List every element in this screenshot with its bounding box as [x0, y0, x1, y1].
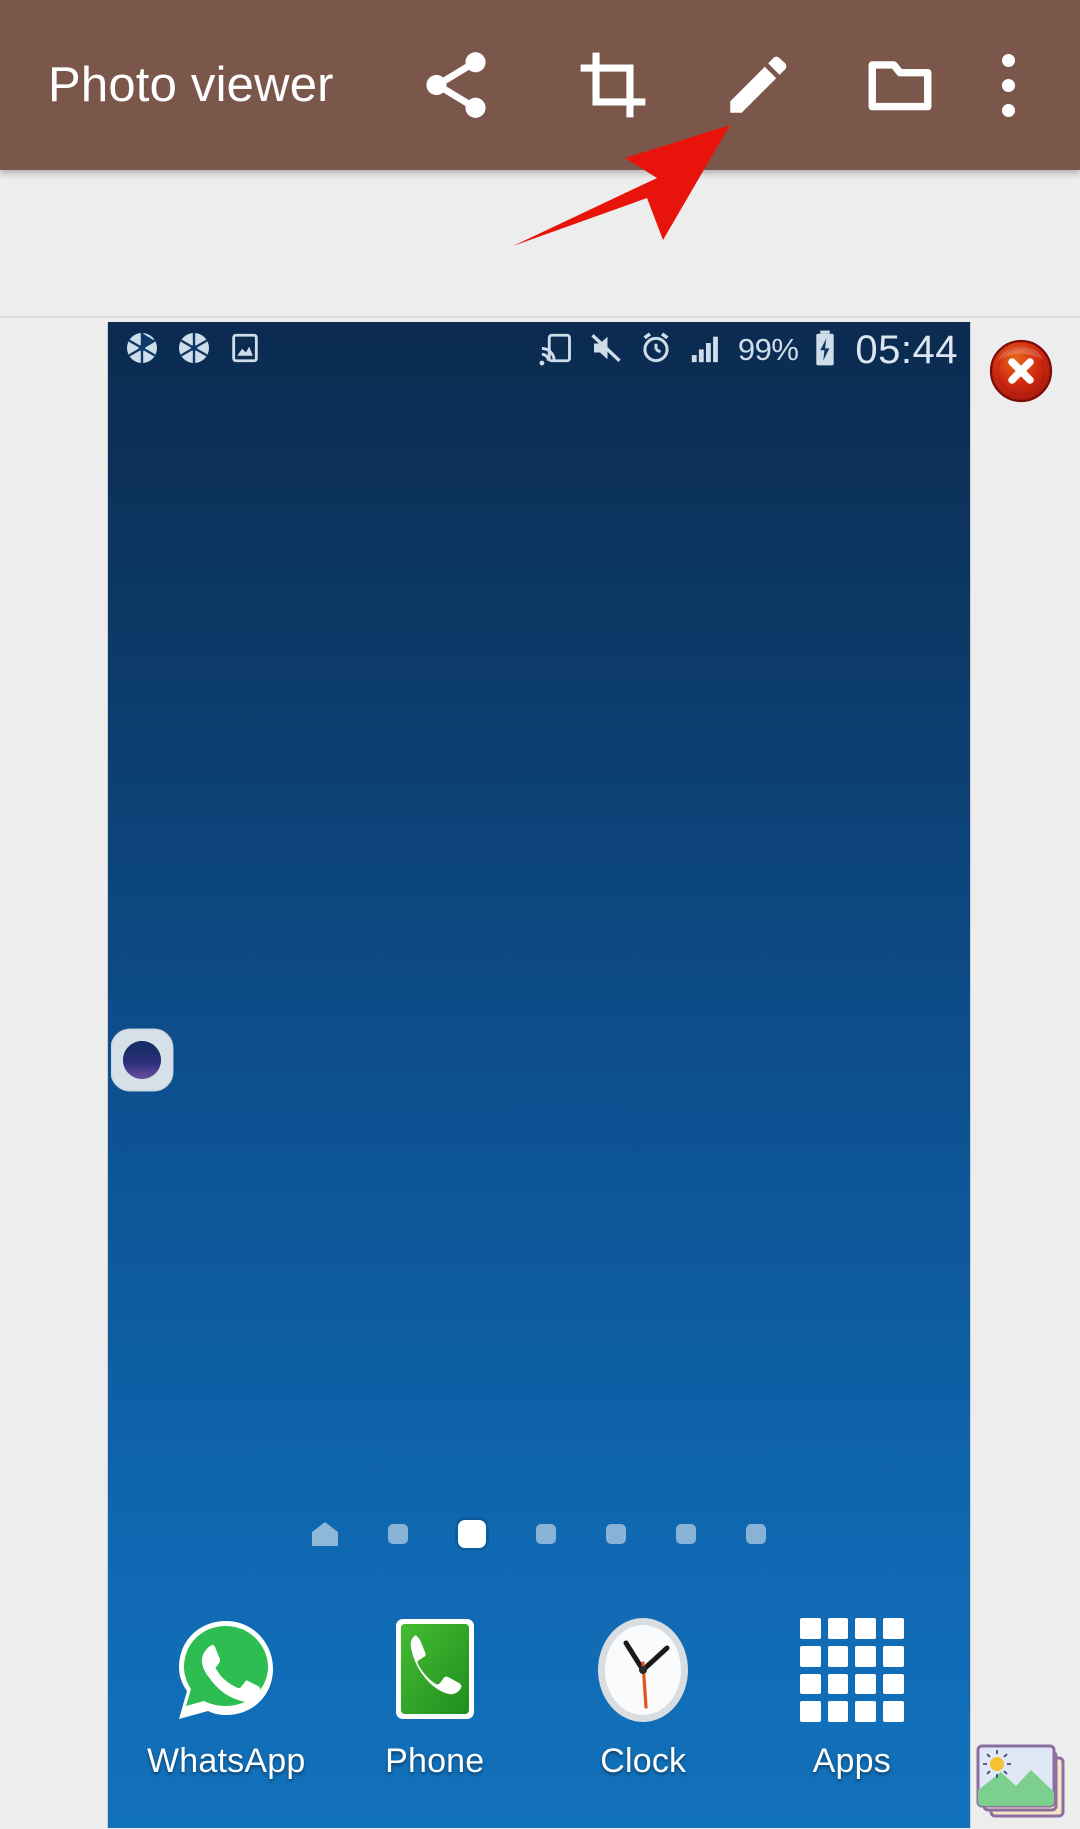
signal-bars-icon	[688, 331, 724, 370]
dock-item-apps[interactable]: Apps	[764, 1614, 940, 1781]
dock-item-phone[interactable]: Phone	[347, 1614, 523, 1781]
folder-icon[interactable]	[847, 32, 953, 138]
dock-label: Apps	[812, 1742, 891, 1780]
battery-percent-label: 99%	[737, 332, 799, 367]
page-indicator-dot[interactable]	[746, 1524, 766, 1544]
gallery-photos-icon[interactable]	[975, 1742, 1071, 1824]
displayed-screenshot[interactable]: 99% 05:44 WhatsApp Phone Clock Apps	[108, 322, 970, 1828]
status-bar-clock: 05:44	[855, 327, 958, 372]
cast-screen-icon	[538, 330, 574, 371]
page-indicator-dot-active[interactable]	[458, 1520, 486, 1548]
status-bar-left-icons	[124, 330, 262, 371]
status-bar-right-icons: 99% 05:44	[538, 328, 958, 373]
page-indicator-dot[interactable]	[536, 1524, 556, 1544]
camera-app-icon[interactable]	[110, 1025, 181, 1095]
aperture-icon	[124, 330, 160, 371]
app-toolbar: Photo viewer	[0, 0, 1080, 170]
page-indicator-dot[interactable]	[388, 1524, 408, 1544]
alarm-clock-icon	[638, 330, 674, 371]
app-title: Photo viewer	[48, 58, 334, 112]
content-divider	[0, 316, 1080, 318]
share-icon[interactable]	[403, 32, 509, 138]
whatsapp-icon	[170, 1614, 282, 1726]
dock-label: Phone	[385, 1742, 485, 1780]
mute-icon	[588, 330, 624, 371]
page-indicator-dot[interactable]	[676, 1524, 696, 1544]
page-indicator-dot[interactable]	[606, 1524, 626, 1544]
dock-label: WhatsApp	[147, 1742, 306, 1780]
dock-label: Clock	[600, 1742, 687, 1780]
screenshot-icon	[228, 331, 262, 370]
aperture-icon	[176, 330, 212, 371]
dock-item-whatsapp[interactable]: WhatsApp	[138, 1614, 314, 1781]
crop-icon[interactable]	[560, 32, 666, 138]
clock-icon	[587, 1614, 699, 1726]
dock-item-clock[interactable]: Clock	[555, 1614, 731, 1781]
android-status-bar: 99% 05:44	[108, 322, 970, 378]
page-indicator-home-icon[interactable]	[312, 1522, 338, 1546]
home-dock: WhatsApp Phone Clock Apps	[108, 1614, 970, 1781]
home-page-indicators[interactable]	[108, 1520, 970, 1548]
battery-charging-icon	[812, 329, 838, 372]
close-button[interactable]	[988, 338, 1054, 404]
phone-icon	[379, 1614, 491, 1726]
apps-grid-icon	[796, 1614, 908, 1726]
overflow-menu-icon[interactable]	[955, 32, 1061, 138]
pencil-edit-icon[interactable]	[705, 32, 811, 138]
